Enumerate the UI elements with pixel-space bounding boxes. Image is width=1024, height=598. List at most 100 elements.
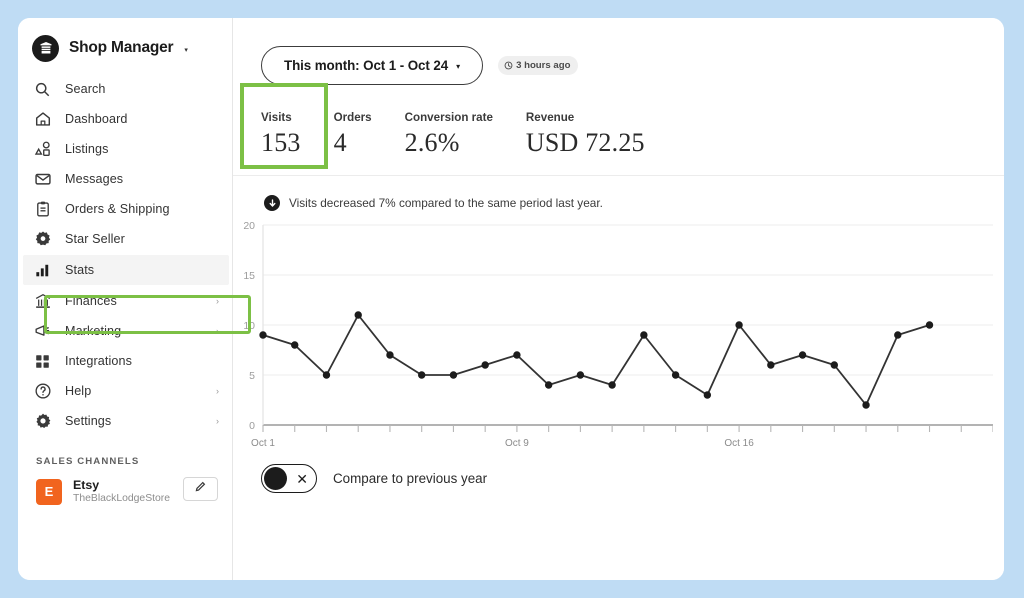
compare-toggle-label: Compare to previous year [333, 471, 488, 486]
kpi-value: USD 72.25 [525, 128, 645, 157]
kpi-value: 2.6% [404, 128, 460, 157]
chart-data-point [640, 331, 648, 339]
megaphone-icon [33, 322, 52, 341]
shop-manager-title: Shop Manager [69, 39, 174, 56]
pencil-icon [194, 480, 207, 498]
clipboard-icon [33, 200, 52, 219]
grid-squares-icon [33, 352, 52, 371]
chart-x-tick-label: Oct 9 [505, 438, 529, 449]
kpi-value: 4 [333, 128, 347, 157]
edit-channel-button[interactable] [183, 477, 218, 501]
search-icon [33, 80, 52, 99]
compare-to-previous-year-toggle[interactable]: ✕ [261, 464, 317, 493]
chart-data-point [862, 401, 870, 409]
sales-channels-heading: SALES CHANNELS [36, 456, 140, 467]
sidebar-item-integrations[interactable]: Integrations [18, 346, 232, 376]
visits-line-chart[interactable]: 0 5 10 15 20 Oct 1 Oct 9 Oct 16 [233, 219, 1004, 454]
kpi-revenue[interactable]: Revenue USD 72.25 [526, 111, 645, 175]
shop-manager-header[interactable]: Shop Manager ▾ [18, 26, 232, 70]
chevron-right-icon: › [216, 326, 219, 336]
sidebar-item-label: Marketing [65, 324, 122, 338]
sidebar-item-orders-and-shipping[interactable]: Orders & Shipping [18, 194, 232, 224]
chart-gridlines [263, 224, 993, 376]
sidebar-item-label: Star Seller [65, 232, 125, 246]
chart-y-tick-label: 15 [243, 270, 255, 282]
sidebar-item-label: Stats [65, 263, 95, 277]
date-range-selector[interactable]: This month: Oct 1 - Oct 24 ▾ [261, 46, 484, 85]
kpi-value: 153 [261, 128, 301, 157]
chart-data-point [291, 341, 299, 349]
star-badge-icon [33, 230, 52, 249]
chart-data-point [259, 331, 267, 339]
close-x-icon: ✕ [296, 470, 308, 487]
sidebar-nav: Search Dashboard Listings Messages Order… [18, 74, 232, 436]
question-mark-icon [33, 382, 52, 401]
home-icon [33, 110, 52, 129]
sidebar-item-dashboard[interactable]: Dashboard [18, 104, 232, 134]
chart-canvas: 0 5 10 15 20 Oct 1 Oct 9 Oct 16 [243, 220, 993, 449]
bar-chart-icon [33, 261, 52, 280]
kpi-visits[interactable]: Visits 153 [261, 111, 301, 175]
kpi-label: Revenue [525, 111, 575, 124]
sidebar-item-marketing[interactable]: Marketing › [18, 316, 232, 346]
chart-data-points [259, 311, 934, 409]
screenshot-root: Shop Manager ▾ Search Dashboard Listings… [0, 0, 1024, 598]
channel-store-name: TheBlackLodgeStore [73, 493, 171, 505]
kpi-orders[interactable]: Orders 4 [334, 111, 372, 175]
chart-y-tick-label: 20 [243, 220, 255, 232]
chevron-right-icon: › [216, 386, 219, 396]
stats-main-panel: This month: Oct 1 - Oct 24 ▾ 3 hours ago… [233, 18, 1004, 580]
chart-data-point [735, 321, 743, 329]
chart-data-point [767, 361, 775, 369]
kpi-strip: Visits 153 Orders 4 Conversion rate 2.6%… [233, 83, 1004, 176]
compare-toggle-row: ✕ Compare to previous year [233, 454, 1004, 493]
kpi-label: Visits [261, 111, 292, 124]
chart-data-point [608, 381, 616, 389]
date-range-label: This month: Oct 1 - Oct 24 [284, 58, 449, 73]
toggle-knob [264, 467, 287, 490]
chevron-right-icon: › [216, 416, 219, 426]
last-updated-badge: 3 hours ago [498, 56, 579, 75]
chart-data-point [703, 391, 712, 399]
chevron-down-icon: ▾ [456, 62, 461, 71]
sidebar-item-label: Listings [65, 142, 109, 156]
chevron-down-icon[interactable]: ▾ [184, 46, 188, 54]
chart-data-point [544, 381, 553, 389]
sidebar-item-help[interactable]: Help › [18, 376, 232, 406]
storefront-icon [32, 34, 59, 62]
chart-y-tick-label: 0 [249, 420, 255, 432]
bank-icon [33, 292, 52, 311]
sidebar-item-settings[interactable]: Settings › [18, 406, 232, 436]
sidebar-item-label: Settings [65, 414, 112, 428]
listings-icon [33, 140, 52, 159]
sidebar-item-label: Finances [65, 294, 117, 308]
sidebar-item-search[interactable]: Search [18, 74, 232, 104]
chart-x-tick-labels: Oct 1 Oct 9 Oct 16 [251, 438, 754, 449]
sidebar-item-stats[interactable]: Stats [23, 255, 229, 285]
chart-data-point [417, 371, 426, 379]
chart-x-tick-label: Oct 16 [724, 438, 754, 449]
sidebar-item-label: Search [65, 82, 106, 96]
kpi-label: Conversion rate [404, 111, 493, 124]
chart-series-line [262, 314, 930, 406]
channel-text: Etsy TheBlackLodgeStore [73, 478, 170, 506]
envelope-icon [33, 170, 52, 189]
sidebar-item-star-seller[interactable]: Star Seller [18, 224, 232, 254]
sidebar-item-label: Integrations [65, 354, 133, 368]
sidebar-item-finances[interactable]: Finances › [18, 286, 232, 316]
arrow-down-circle-icon [264, 195, 280, 211]
chart-y-tick-label: 5 [249, 370, 255, 382]
shop-manager-window: Shop Manager ▾ Search Dashboard Listings… [18, 18, 1004, 580]
chart-y-tick-labels: 0 5 10 15 20 [243, 220, 255, 432]
sidebar-item-label: Orders & Shipping [65, 202, 170, 216]
sidebar-item-messages[interactable]: Messages [18, 164, 232, 194]
sidebar-item-listings[interactable]: Listings [18, 134, 232, 164]
sidebar-item-label: Messages [65, 172, 124, 186]
chart-data-point [830, 361, 839, 369]
sales-channel-etsy[interactable]: E Etsy TheBlackLodgeStore [18, 467, 232, 506]
kpi-conversion-rate[interactable]: Conversion rate 2.6% [405, 111, 493, 175]
chart-data-point [925, 321, 934, 329]
chart-data-point [894, 331, 902, 339]
visits-comparison-note: Visits decreased 7% compared to the same… [233, 176, 1004, 211]
chart-data-point [513, 351, 521, 359]
